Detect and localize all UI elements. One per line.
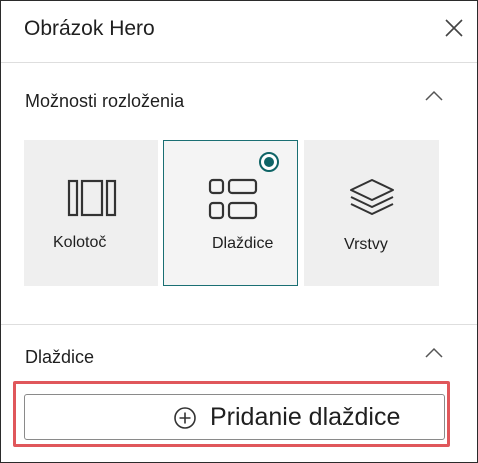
tile-label-layers: Vrstvy: [344, 236, 388, 253]
chevron-up-icon: [425, 90, 443, 101]
add-tile-button[interactable]: Pridanie dlaždice: [24, 394, 445, 440]
hero-properties-panel: Obrázok Hero Možnosti rozloženia Kolotoč: [0, 0, 478, 463]
layers-icon: [350, 179, 394, 215]
carousel-icon: [67, 179, 117, 217]
layout-option-carousel[interactable]: Kolotoč: [24, 140, 158, 286]
tiles-icon: [208, 178, 258, 220]
panel-title: Obrázok Hero: [24, 17, 155, 40]
tile-label-tiles: Dlaždice: [212, 235, 274, 252]
panel-header: Obrázok Hero: [1, 1, 477, 58]
collapse-tiles-section-button[interactable]: [424, 346, 444, 360]
add-tile-label: Pridanie dlaždice: [210, 403, 401, 431]
chevron-up-icon: [425, 347, 443, 358]
close-button[interactable]: [441, 15, 467, 41]
divider: [1, 324, 477, 325]
add-circle-icon: [174, 407, 196, 429]
layout-option-tiles[interactable]: Dlaždice: [163, 140, 298, 286]
close-icon: [445, 19, 463, 37]
divider: [1, 62, 477, 63]
tile-label-carousel: Kolotoč: [53, 234, 107, 251]
collapse-layout-options-button[interactable]: [424, 89, 444, 103]
selected-radio-indicator: [259, 152, 279, 172]
tiles-section-title: Dlaždice: [25, 347, 95, 367]
layout-option-layers[interactable]: Vrstvy: [304, 140, 439, 286]
layout-options-title: Možnosti rozloženia: [25, 91, 185, 111]
